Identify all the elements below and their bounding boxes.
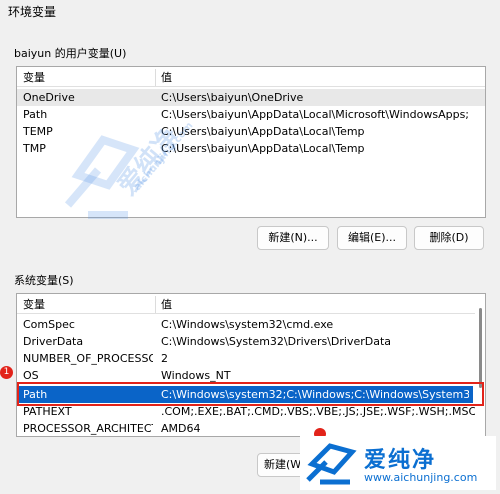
var-value: 2 xyxy=(161,352,168,365)
var-name: OneDrive xyxy=(23,91,75,104)
col-name-header[interactable]: 变量 xyxy=(23,69,153,86)
var-value: C:\Users\baiyun\AppData\Local\Temp xyxy=(161,142,365,155)
highlight-box xyxy=(17,382,484,406)
system-vars-header: 变量 值 xyxy=(17,296,485,314)
column-separator xyxy=(155,296,156,313)
var-value: C:\Windows\System32\Drivers\DriverData xyxy=(161,335,392,348)
var-value: C:\Users\baiyun\AppData\Local\Temp xyxy=(161,125,365,138)
var-value: C:\Users\baiyun\AppData\Local\Microsoft\… xyxy=(161,108,470,121)
window-title: 环境变量 xyxy=(8,5,57,19)
user-edit-button[interactable]: 编辑(E)... xyxy=(337,226,407,250)
table-row[interactable]: PROCESSOR_ARCHITECT... AMD64 xyxy=(17,420,485,436)
col-value-header[interactable]: 值 xyxy=(161,296,481,313)
user-new-button[interactable]: 新建(N)... xyxy=(257,226,329,250)
brand-url: www.aichunjing.com xyxy=(364,471,478,484)
table-row[interactable]: DriverData C:\Windows\System32\Drivers\D… xyxy=(17,333,485,350)
col-value-header[interactable]: 值 xyxy=(161,69,481,86)
system-vars-label: 系统变量(S) xyxy=(14,274,74,287)
user-delete-button[interactable]: 删除(D) xyxy=(414,226,484,250)
step-badge: 1 xyxy=(0,366,13,379)
user-vars-label: baiyun 的用户变量(U) xyxy=(14,47,127,60)
var-name: NUMBER_OF_PROCESSORS xyxy=(23,352,153,365)
var-name: DriverData xyxy=(23,335,84,348)
user-vars-header: 变量 值 xyxy=(17,69,485,87)
var-value: C:\Users\baiyun\OneDrive xyxy=(161,91,304,104)
col-name-header[interactable]: 变量 xyxy=(23,296,153,313)
var-name: ComSpec xyxy=(23,318,75,331)
brand-logo-icon xyxy=(306,443,357,485)
vertical-scrollbar[interactable] xyxy=(475,294,485,436)
column-separator xyxy=(155,69,156,86)
scrollbar-thumb[interactable] xyxy=(479,308,482,388)
system-vars-list[interactable]: 变量 值 ComSpec C:\Windows\system32\cmd.exe… xyxy=(16,293,486,437)
table-row[interactable]: OneDrive C:\Users\baiyun\OneDrive xyxy=(17,89,485,106)
table-row[interactable]: ComSpec C:\Windows\system32\cmd.exe xyxy=(17,316,485,333)
table-row[interactable]: NUMBER_OF_PROCESSORS 2 xyxy=(17,350,485,367)
var-value: C:\Windows\system32\cmd.exe xyxy=(161,318,334,331)
brand-logo: 爱纯净 www.aichunjing.com xyxy=(300,436,496,490)
brand-name: 爱纯净 xyxy=(364,448,437,473)
var-name: PROCESSOR_ARCHITECT... xyxy=(23,422,153,435)
